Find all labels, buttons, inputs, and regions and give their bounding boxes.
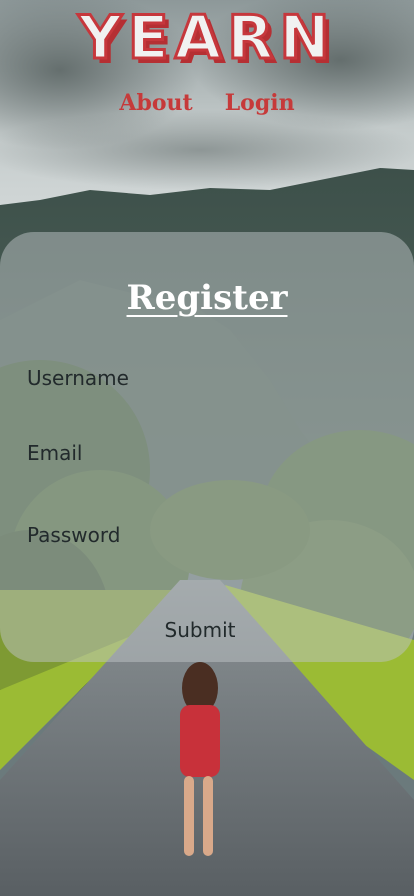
- top-nav: About Login: [0, 90, 414, 116]
- logo-yearn: YEARN: [77, 3, 336, 73]
- register-title: Register: [126, 278, 288, 318]
- submit-button[interactable]: Submit: [0, 618, 400, 642]
- email-label[interactable]: Email: [27, 441, 83, 465]
- nav-about-link[interactable]: About: [119, 90, 192, 116]
- nav-login-link[interactable]: Login: [225, 90, 295, 116]
- register-card: Register Username Email Password Submit: [0, 232, 414, 662]
- username-label[interactable]: Username: [27, 366, 129, 390]
- password-label[interactable]: Password: [27, 523, 120, 547]
